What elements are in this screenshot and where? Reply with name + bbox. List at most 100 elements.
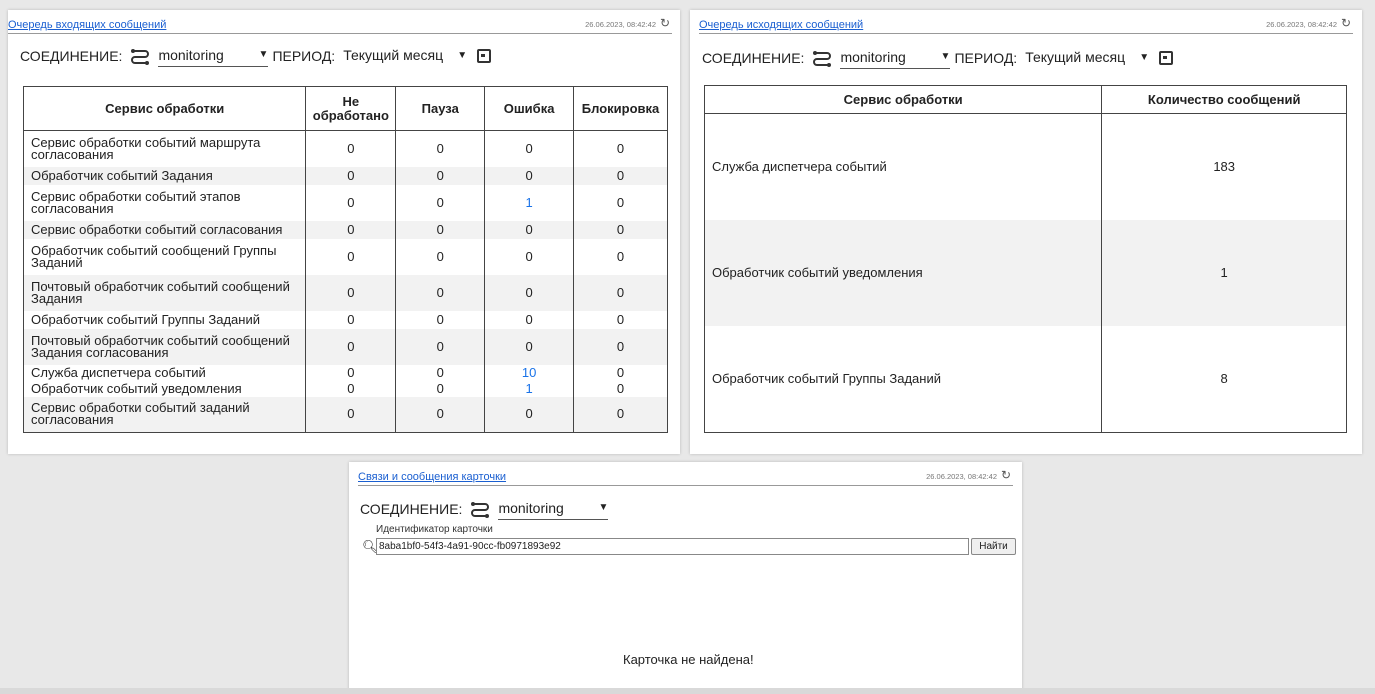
block-cell: 0 (573, 274, 668, 311)
service-cell: Служба диспетчера событий (22, 364, 307, 381)
service-cell: Обработчик событий уведомления (22, 380, 307, 397)
outgoing-table: Сервис обработки Количество сообщений Сл… (703, 85, 1347, 433)
refresh-icon[interactable]: ↻ (1001, 468, 1011, 482)
unprocessed-cell: 0 (305, 130, 397, 167)
error-cell: 0 (484, 274, 575, 311)
connection-label: СОЕДИНЕНИЕ: (702, 50, 805, 66)
table-row: Сервис обработки событий заданий согласо… (22, 396, 668, 433)
connection-icon (813, 51, 832, 67)
filter-bar: СОЕДИНЕНИЕ: monitoring ▼ ПЕРИОД: Текущий… (20, 45, 492, 67)
card-links-panel: Связи и сообщения карточки 26.06.2023, 0… (349, 462, 1022, 694)
error-cell[interactable]: 1 (484, 380, 575, 397)
timestamp: 26.06.2023, 08:42:42 (585, 20, 656, 29)
service-cell: Обработчик событий Группы Заданий (703, 325, 1103, 433)
timestamp: 26.06.2023, 08:42:42 (1266, 20, 1337, 29)
error-cell[interactable]: 1 (484, 184, 575, 221)
calendar-icon[interactable] (1159, 51, 1174, 65)
unprocessed-cell: 0 (305, 220, 397, 239)
block-cell: 0 (573, 220, 668, 239)
divider (8, 33, 672, 34)
connection-label: СОЕДИНЕНИЕ: (20, 48, 123, 64)
service-cell: Обработчик событий Группы Заданий (22, 310, 307, 329)
refresh-icon[interactable]: ↻ (1341, 16, 1351, 30)
pause-cell: 0 (395, 328, 486, 365)
table-row: Обработчик событий Группы Заданий 8 (703, 325, 1347, 433)
panel-header: Очередь исходящих сообщений 26.06.2023, … (699, 10, 1353, 34)
col-header-block: Блокировка (573, 86, 668, 131)
period-label: ПЕРИОД: (272, 48, 336, 64)
service-cell: Сервис обработки событий согласования (22, 220, 307, 239)
divider (699, 33, 1353, 34)
block-cell: 0 (573, 380, 668, 397)
pause-cell: 0 (395, 130, 486, 167)
period-select[interactable]: Текущий месяц ▼ (343, 45, 467, 67)
error-cell: 0 (484, 220, 575, 239)
col-header-service: Сервис обработки (22, 86, 307, 131)
pause-cell: 0 (395, 238, 486, 275)
panel-header: Связи и сообщения карточки 26.06.2023, 0… (358, 462, 1013, 486)
card-id-input[interactable] (376, 538, 969, 555)
table-row: Служба диспетчера событий 183 (703, 113, 1347, 220)
connection-select[interactable]: monitoring ▼ (840, 47, 951, 69)
block-cell: 0 (573, 396, 668, 433)
panel-title-link[interactable]: Очередь исходящих сообщений (699, 19, 863, 31)
count-cell: 183 (1101, 113, 1347, 220)
service-cell: Обработчик событий Задания (22, 166, 307, 185)
unprocessed-cell: 0 (305, 238, 397, 275)
service-cell: Почтовый обработчик событий сообщений За… (22, 328, 307, 365)
calendar-icon[interactable] (477, 49, 492, 63)
connection-icon (131, 49, 150, 65)
error-cell: 0 (484, 166, 575, 185)
pause-cell: 0 (395, 380, 486, 397)
unprocessed-cell: 0 (305, 396, 397, 433)
period-select[interactable]: Текущий месяц ▼ (1025, 47, 1149, 69)
count-cell: 8 (1101, 325, 1347, 433)
chevron-down-icon: ▼ (940, 51, 951, 62)
period-value: Текущий месяц (343, 47, 444, 63)
connection-select[interactable]: monitoring ▼ (158, 45, 269, 67)
unprocessed-cell: 0 (305, 328, 397, 365)
connection-icon (471, 502, 490, 518)
connection-label: СОЕДИНЕНИЕ: (360, 501, 463, 517)
connection-value: monitoring (498, 499, 564, 516)
chevron-down-icon: ▼ (598, 502, 609, 513)
error-cell[interactable]: 10 (484, 364, 575, 381)
chevron-down-icon: ▼ (258, 49, 269, 60)
block-cell: 0 (573, 238, 668, 275)
outgoing-queue-panel: Очередь исходящих сообщений 26.06.2023, … (690, 10, 1362, 454)
col-header-service: Сервис обработки (703, 85, 1103, 114)
panel-title-link[interactable]: Очередь входящих сообщений (8, 19, 166, 31)
service-cell: Сервис обработки событий этапов согласов… (22, 184, 307, 221)
col-header-error: Ошибка (484, 86, 575, 131)
table-row: Почтовый обработчик событий сообщений За… (22, 274, 668, 311)
table-row: Обработчик событий Задания 0 0 0 0 (22, 166, 668, 185)
count-cell: 1 (1101, 219, 1347, 326)
error-cell: 0 (484, 396, 575, 433)
service-cell: Сервис обработки событий заданий согласо… (22, 396, 307, 433)
pause-cell: 0 (395, 310, 486, 329)
panel-title-link[interactable]: Связи и сообщения карточки (358, 471, 506, 483)
connection-select[interactable]: monitoring ▼ (498, 498, 609, 520)
error-cell: 0 (484, 310, 575, 329)
service-cell: Почтовый обработчик событий сообщений За… (22, 274, 307, 311)
error-cell: 0 (484, 328, 575, 365)
service-cell: Служба диспетчера событий (703, 113, 1103, 220)
unprocessed-cell: 0 (305, 166, 397, 185)
card-id-label: Идентификатор карточки (376, 524, 493, 535)
filter-bar: СОЕДИНЕНИЕ: monitoring ▼ (360, 498, 609, 520)
pause-cell: 0 (395, 274, 486, 311)
chevron-down-icon: ▼ (1139, 51, 1150, 63)
col-header-count: Количество сообщений (1101, 85, 1347, 114)
error-cell: 0 (484, 130, 575, 167)
find-button[interactable]: Найти (971, 538, 1016, 555)
block-cell: 0 (573, 310, 668, 329)
refresh-icon[interactable]: ↻ (660, 16, 670, 30)
unprocessed-cell: 0 (305, 380, 397, 397)
table-row: Сервис обработки событий маршрута соглас… (22, 130, 668, 167)
service-cell: Обработчик событий уведомления (703, 219, 1103, 326)
table-row: Почтовый обработчик событий сообщений За… (22, 328, 668, 365)
not-found-message: Карточка не найдена! (623, 652, 754, 667)
col-header-unprocessed: Не обработано (305, 86, 397, 131)
panel-header: Очередь входящих сообщений 26.06.2023, 0… (8, 10, 672, 34)
incoming-table: Сервис обработки Не обработано Пауза Оши… (22, 86, 668, 433)
